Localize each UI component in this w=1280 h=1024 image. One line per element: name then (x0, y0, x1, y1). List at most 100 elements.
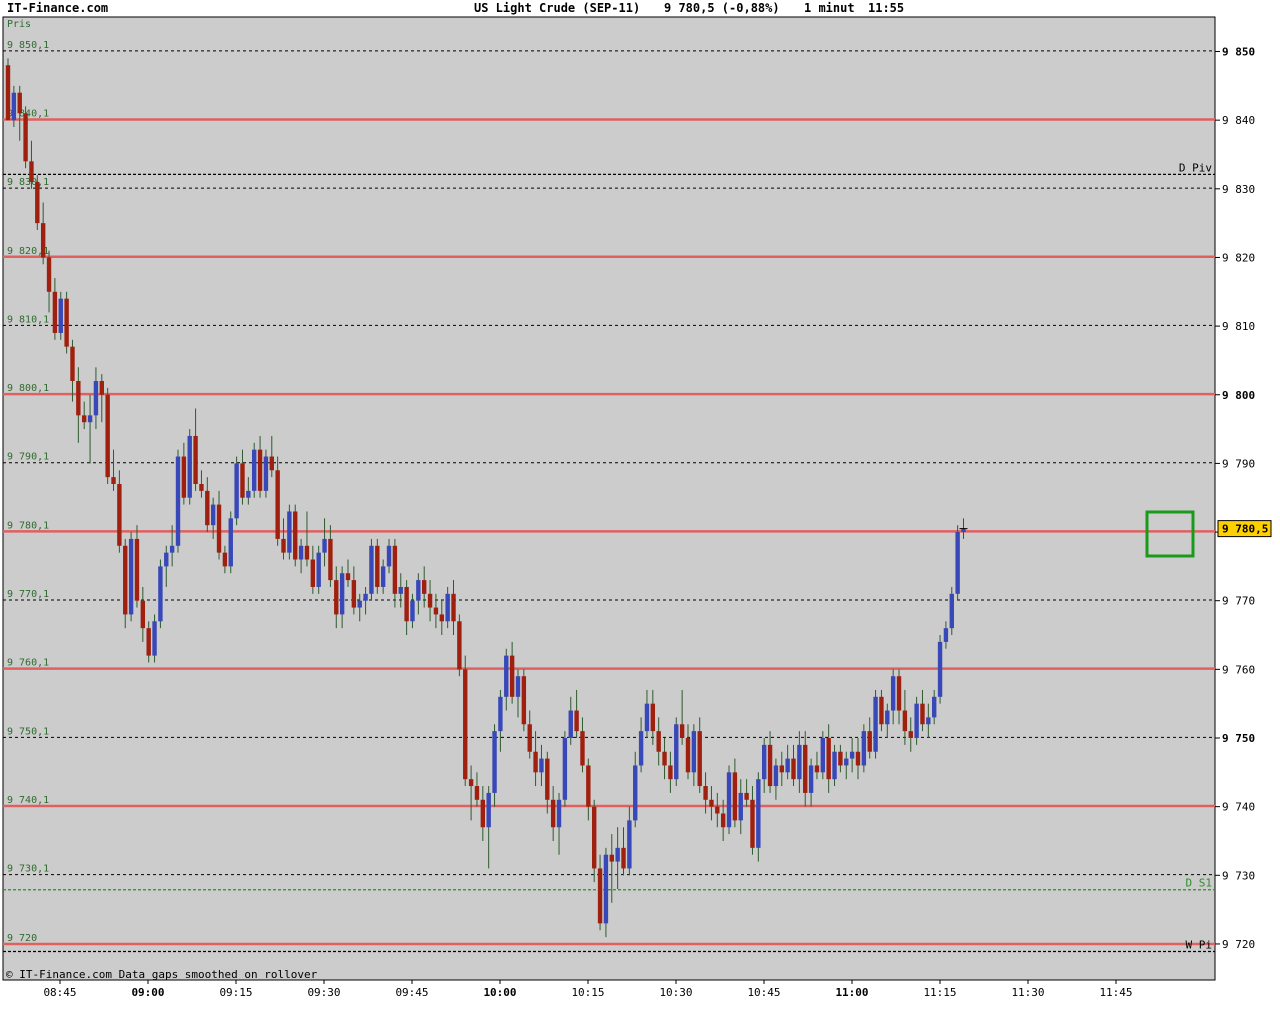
candle-down (422, 580, 427, 594)
candle-down (304, 545, 310, 560)
candle-down (310, 559, 316, 587)
level-label: 9 810,1 (7, 314, 49, 325)
candle-down (463, 669, 468, 780)
candle-down (550, 799, 556, 828)
candle-down (451, 593, 456, 622)
candle-up (785, 758, 790, 773)
candle-up (914, 703, 919, 738)
candle-up (885, 710, 890, 725)
candle-up (644, 703, 650, 732)
candle-up (832, 751, 837, 780)
x-tick-label: 11:30 (1011, 986, 1044, 999)
candle-down (838, 751, 843, 766)
candle-down (82, 415, 87, 423)
candle-up (380, 566, 386, 587)
candle-down (351, 580, 357, 608)
x-tick-label: 11:00 (835, 986, 868, 999)
level-label: 9 760,1 (7, 658, 49, 669)
candle-up (638, 731, 644, 766)
y-tick-label: 9 800 (1222, 389, 1255, 402)
candle-up (416, 580, 421, 601)
candle-down (668, 765, 673, 780)
candle-down (609, 854, 614, 862)
price-chart: IT-Finance.com US Light Crude (SEP-11) 9… (2, 1, 1272, 999)
candle-down (117, 483, 122, 546)
candle-down (715, 806, 720, 814)
candle-up (316, 552, 321, 587)
candle-up (539, 758, 544, 773)
candle-down (40, 223, 46, 258)
pivot-label: W Pi (1186, 939, 1213, 952)
header-bar: IT-Finance.com US Light Crude (SEP-11) 9… (7, 1, 904, 15)
candle-up (890, 676, 896, 711)
candle-down (855, 751, 861, 766)
y-tick-label: 9 790 (1222, 457, 1255, 470)
candle-up (691, 731, 697, 773)
candle-down (896, 676, 902, 711)
y-tick-label: 9 730 (1222, 869, 1255, 882)
candle-up (263, 456, 269, 491)
candle-down (791, 758, 796, 780)
candle-up (515, 676, 521, 697)
candle-down (5, 65, 11, 121)
candle-down (257, 449, 263, 491)
y-tick-label: 9 760 (1222, 663, 1255, 676)
instrument-title: US Light Crude (SEP-11) (474, 1, 640, 15)
candle-up (187, 435, 192, 498)
candle-down (222, 552, 228, 567)
candle-up (797, 744, 802, 780)
y-tick-label: 9 750 (1222, 732, 1255, 745)
candle-up (298, 545, 304, 560)
interval-label: 1 minut (804, 1, 855, 15)
candle-up (339, 573, 345, 615)
candle-up (504, 655, 509, 697)
x-tick-label: 10:15 (571, 986, 604, 999)
candle-down (767, 744, 773, 787)
candle-down (23, 113, 28, 162)
candle-down (474, 786, 480, 800)
candle-down (404, 586, 409, 622)
candle-up (234, 463, 239, 519)
candle-down (269, 456, 274, 471)
candle-down (720, 813, 726, 828)
candle-up (486, 792, 491, 828)
last-price-label: 9 780,5 (1222, 523, 1268, 536)
x-tick-label: 10:00 (483, 986, 516, 999)
candle-up (128, 538, 134, 615)
candle-up (445, 593, 450, 622)
candle-up (961, 528, 966, 533)
last-quote: 9 780,5 (-0,88%) (664, 1, 780, 15)
y-tick-label: 9 720 (1222, 938, 1255, 951)
candle-down (240, 463, 245, 498)
candle-down (205, 490, 210, 526)
level-label: 9 750,1 (7, 726, 49, 737)
level-label: 9 800,1 (7, 383, 49, 394)
pivot-label: D S1 (1186, 877, 1213, 890)
time-label: 11:55 (868, 1, 904, 15)
candle-up (873, 696, 878, 752)
y-tick-label: 9 840 (1222, 114, 1255, 127)
candle-up (152, 621, 157, 656)
level-label: 9 830,1 (7, 177, 49, 188)
candle-up (955, 532, 960, 594)
candle-down (574, 710, 579, 732)
candle-up (627, 820, 632, 869)
candle-up (568, 710, 573, 738)
candle-up (410, 600, 415, 622)
site-name: IT-Finance.com (7, 1, 108, 15)
level-label: 9 720 (7, 933, 37, 944)
candle-up (674, 724, 679, 780)
candle-down (732, 772, 738, 821)
candle-down (533, 751, 538, 773)
candle-down (275, 470, 280, 539)
candle-up (498, 696, 503, 732)
candle-up (615, 847, 620, 862)
candle-down (140, 600, 146, 629)
candle-down (521, 676, 527, 725)
x-tick-label: 08:45 (43, 986, 76, 999)
x-tick-label: 10:30 (659, 986, 692, 999)
candle-up (603, 854, 609, 924)
candle-down (457, 621, 462, 670)
y-tick-label: 9 850 (1222, 46, 1255, 59)
y-tick-label: 9 810 (1222, 320, 1255, 333)
